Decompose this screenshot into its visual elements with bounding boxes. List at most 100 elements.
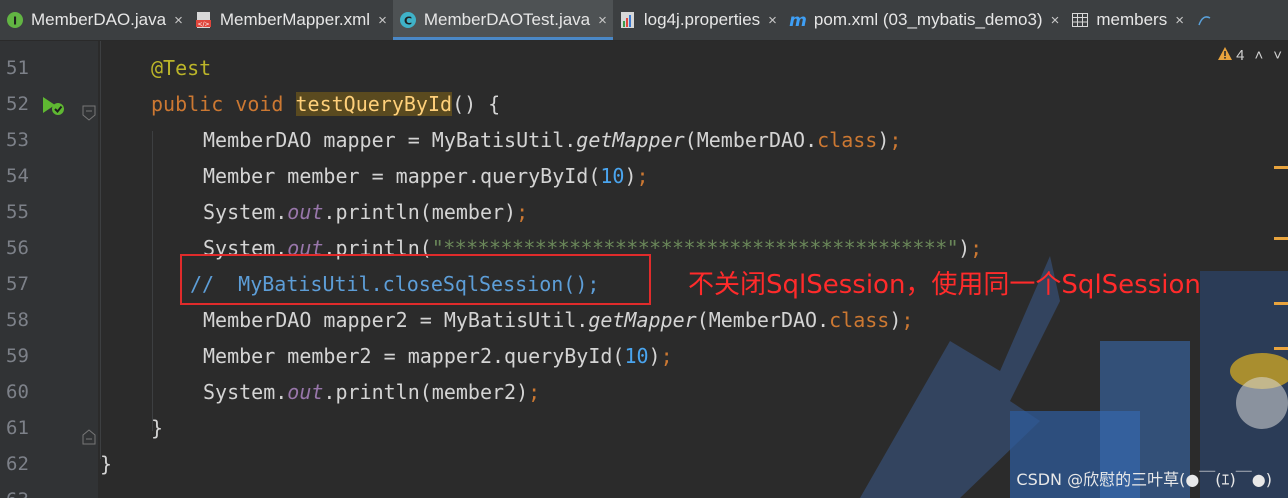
line-number: 63 (6, 482, 32, 498)
static-method-token: getMapper (588, 308, 697, 332)
properties-file-icon (619, 11, 637, 29)
semicolon-token: ; (889, 128, 902, 152)
class-icon: C (399, 11, 417, 29)
tab-label: log4j.properties (643, 10, 761, 29)
previous-highlight-button[interactable]: ˄ (1254, 47, 1263, 64)
line-number: 51 (6, 57, 29, 79)
csdn-watermark: CSDN @欣慰的三叶草(●￣(ｴ)￣●) (1016, 470, 1272, 489)
scrollbar-warning-marker[interactable] (1274, 237, 1288, 240)
sql-console-icon (1196, 11, 1214, 29)
line-number: 58 (6, 309, 29, 331)
svg-text:</>: </> (197, 21, 209, 28)
line-number: 60 (6, 381, 29, 403)
tab-membermapper-xml[interactable]: </> MemberMapper.xml × (189, 0, 393, 40)
svg-text:I: I (13, 15, 17, 28)
code-line: 54 Member member = mapper.queryById(10); (0, 158, 1288, 194)
xml-file-icon: </> (195, 11, 213, 29)
tab-memberdao-java[interactable]: I MemberDAO.java × (0, 0, 189, 40)
code-text: (MemberDAO. (684, 128, 818, 152)
svg-text:C: C (404, 15, 412, 28)
code-line: 61 } (0, 410, 1288, 446)
line-number: 55 (6, 201, 29, 223)
semicolon-token: ; (970, 236, 983, 260)
close-icon[interactable]: × (1175, 12, 1184, 29)
code-text: .println(member2) (323, 380, 529, 404)
code-line: 58 MemberDAO mapper2 = MyBatisUtil.getMa… (0, 302, 1288, 338)
static-field-token: out (287, 200, 324, 224)
tab-label: MemberDAOTest.java (423, 10, 591, 29)
code-text: ) (877, 128, 890, 152)
static-method-token: getMapper (576, 128, 685, 152)
code-text: Member member2 = mapper2.queryById( (203, 344, 625, 368)
annotation-token: @Test (151, 56, 212, 80)
tab-members[interactable]: members × (1065, 0, 1190, 40)
keyword-token: class (829, 308, 890, 332)
code-text: } (151, 416, 164, 440)
annotation-highlight-box (180, 254, 651, 305)
warning-icon (1218, 47, 1233, 64)
close-icon[interactable]: × (174, 12, 183, 29)
editor-tab-bar: I MemberDAO.java × </> MemberMapper.xml … (0, 0, 1288, 41)
warning-count: 4 (1236, 47, 1245, 64)
keyword-token: void (235, 92, 284, 116)
line-number: 59 (6, 345, 29, 367)
code-text: ) (624, 164, 637, 188)
scrollbar-warning-marker[interactable] (1274, 302, 1288, 305)
number-token: 10 (624, 344, 649, 368)
semicolon-token: ; (636, 164, 649, 188)
code-editor[interactable]: 51 @Test 52 public void testQueryById() … (0, 41, 1288, 498)
inspections-widget[interactable]: 4 ˄ ˅ (1218, 47, 1282, 64)
semicolon-token: ; (660, 344, 673, 368)
line-number: 61 (6, 417, 29, 439)
code-text: (MemberDAO. (696, 308, 830, 332)
code-text: ) (958, 236, 971, 260)
next-highlight-button[interactable]: ˅ (1273, 47, 1282, 64)
code-line: 53 MemberDAO mapper = MyBatisUtil.getMap… (0, 122, 1288, 158)
semicolon-token: ; (516, 200, 529, 224)
line-number: 52 (6, 93, 29, 115)
line-number: 54 (6, 165, 29, 187)
keyword-token: class (817, 128, 878, 152)
code-line: 55 System.out.println(member); (0, 194, 1288, 230)
scrollbar-warning-marker[interactable] (1274, 347, 1288, 350)
code-text: ) (889, 308, 902, 332)
tab-log4j-properties[interactable]: log4j.properties × (613, 0, 783, 40)
code-line: 59 Member member2 = mapper2.queryById(10… (0, 338, 1288, 374)
code-line: 60 System.out.println(member2); (0, 374, 1288, 410)
tab-overflow-partial[interactable] (1190, 0, 1227, 40)
close-icon[interactable]: × (378, 12, 387, 29)
method-name-token: testQueryById (295, 92, 453, 116)
tab-label: members (1096, 10, 1168, 29)
svg-text:m: m (789, 11, 807, 29)
scrollbar-warning-marker[interactable] (1274, 166, 1288, 169)
code-text: System. (203, 200, 288, 224)
annotation-note: 不关闭SqlSession，使用同一个SqlSession (688, 270, 1201, 300)
close-icon[interactable]: × (768, 12, 777, 29)
code-text: () { (452, 92, 501, 116)
line-number: 56 (6, 237, 29, 259)
code-text: MemberDAO mapper = MyBatisUtil. (203, 128, 577, 152)
line-number: 53 (6, 129, 29, 151)
tab-pom-xml[interactable]: m pom.xml (03_mybatis_demo3) × (783, 0, 1065, 40)
code-text: Member member = mapper.queryById( (203, 164, 601, 188)
close-icon[interactable]: × (1051, 12, 1060, 29)
code-text: } (100, 452, 113, 476)
tab-label: pom.xml (03_mybatis_demo3) (813, 10, 1043, 29)
close-icon[interactable]: × (598, 12, 607, 29)
code-line: 52 public void testQueryById() { (0, 86, 1288, 122)
semicolon-token: ; (528, 380, 541, 404)
table-icon (1071, 11, 1089, 29)
interface-icon: I (6, 11, 24, 29)
keyword-token: public (151, 92, 224, 116)
number-token: 10 (600, 164, 625, 188)
tab-memberdaotest-java[interactable]: C MemberDAOTest.java × (392, 0, 613, 40)
code-text: System. (203, 380, 288, 404)
code-line: 51 @Test (0, 50, 1288, 86)
code-text: ) (648, 344, 661, 368)
code-text: .println(member) (323, 200, 517, 224)
line-number: 57 (6, 273, 29, 295)
tab-label: MemberDAO.java (31, 10, 167, 29)
maven-icon: m (789, 11, 807, 29)
static-field-token: out (287, 380, 324, 404)
semicolon-token: ; (901, 308, 914, 332)
